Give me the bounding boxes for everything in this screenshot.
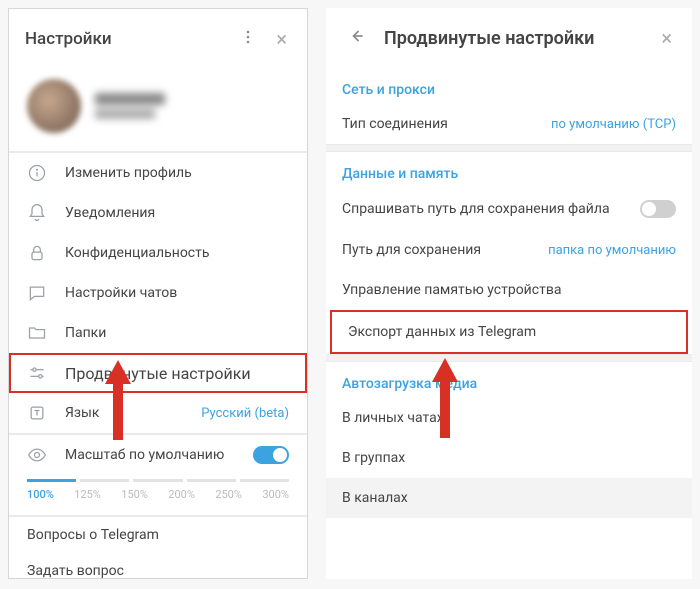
- menu-label: Конфиденциальность: [65, 245, 289, 261]
- scale-toggle[interactable]: [253, 446, 289, 464]
- menu-label: Задать вопрос: [27, 563, 289, 579]
- zoom-labels: 100% 125% 150% 200% 250% 300%: [27, 488, 289, 501]
- advanced-panel: Продвинутые настройки × Сеть и прокси Ти…: [326, 8, 692, 579]
- row-value: по умолчанию (TCP): [551, 117, 676, 132]
- menu-notifications[interactable]: Уведомления: [9, 193, 307, 233]
- row-label: В личных чатах: [342, 410, 676, 426]
- section-automedia: Автозагрузка медиа: [326, 362, 692, 398]
- menu-label: Изменить профиль: [65, 165, 289, 181]
- separator: [326, 354, 692, 362]
- lock-icon: [27, 243, 47, 263]
- ask-path-toggle[interactable]: [640, 200, 676, 218]
- eye-icon: [27, 445, 47, 465]
- menu-chat-settings[interactable]: Настройки чатов: [9, 273, 307, 313]
- close-icon[interactable]: ×: [657, 22, 676, 54]
- advanced-header: Продвинутые настройки ×: [326, 8, 692, 68]
- row-save-path[interactable]: Путь для сохранения папка по умолчанию: [326, 230, 692, 270]
- menu-label: Продвинутые настройки: [65, 364, 289, 383]
- row-memory[interactable]: Управление памятью устройства: [326, 270, 692, 310]
- menu-label: Папки: [65, 325, 289, 341]
- row-label: Тип соединения: [342, 116, 551, 132]
- more-icon[interactable]: [236, 25, 260, 53]
- avatar: [27, 79, 81, 133]
- settings-title: Настройки: [25, 29, 236, 49]
- menu-privacy[interactable]: Конфиденциальность: [9, 233, 307, 273]
- zoom-slider[interactable]: 100% 125% 150% 200% 250% 300%: [9, 475, 307, 515]
- advanced-title: Продвинутые настройки: [384, 28, 657, 49]
- language-value: Русский (beta): [201, 406, 289, 421]
- row-ask-path[interactable]: Спрашивать путь для сохранения файла: [326, 188, 692, 230]
- close-icon[interactable]: ×: [272, 23, 291, 55]
- section-network: Сеть и прокси: [326, 68, 692, 104]
- menu-folders[interactable]: Папки: [9, 313, 307, 353]
- row-label: Управление памятью устройства: [342, 282, 676, 298]
- row-label: Экспорт данных из Telegram: [348, 324, 670, 340]
- row-channels[interactable]: В каналах: [326, 478, 692, 518]
- menu-edit-profile[interactable]: Изменить профиль: [9, 153, 307, 193]
- row-export-data[interactable]: Экспорт данных из Telegram: [330, 310, 688, 354]
- profile-block[interactable]: [9, 69, 307, 151]
- menu-label: Настройки чатов: [65, 285, 289, 301]
- folder-icon: [27, 323, 47, 343]
- menu-advanced[interactable]: Продвинутые настройки: [9, 353, 307, 393]
- language-icon: [27, 403, 47, 423]
- row-label: Спрашивать путь для сохранения файла: [342, 201, 640, 217]
- menu-language[interactable]: Язык Русский (beta): [9, 393, 307, 433]
- settings-header: Настройки ×: [9, 9, 307, 69]
- settings-panel: Настройки × Изменить профиль Уведомления…: [8, 8, 308, 579]
- row-groups[interactable]: В группах: [326, 438, 692, 478]
- profile-name: [95, 93, 165, 119]
- menu-label: Язык: [65, 405, 183, 421]
- row-label: В группах: [342, 450, 676, 466]
- menu-ask[interactable]: Задать вопрос: [9, 553, 307, 589]
- sliders-icon: [27, 363, 47, 383]
- separator: [326, 144, 692, 152]
- row-value: папка по умолчанию: [548, 243, 676, 258]
- chat-icon: [27, 283, 47, 303]
- row-private-chats[interactable]: В личных чатах: [326, 398, 692, 438]
- menu-label: Вопросы о Telegram: [27, 527, 289, 543]
- menu-label: Уведомления: [65, 205, 289, 221]
- menu-scale[interactable]: Масштаб по умолчанию: [9, 435, 307, 475]
- back-icon[interactable]: [342, 22, 370, 54]
- menu-about[interactable]: Вопросы о Telegram: [9, 517, 307, 553]
- bell-icon: [27, 203, 47, 223]
- row-label: Путь для сохранения: [342, 242, 548, 258]
- info-icon: [27, 163, 47, 183]
- row-label: В каналах: [342, 490, 676, 506]
- row-connection-type[interactable]: Тип соединения по умолчанию (TCP): [326, 104, 692, 144]
- menu-label: Масштаб по умолчанию: [65, 447, 235, 463]
- section-data: Данные и память: [326, 152, 692, 188]
